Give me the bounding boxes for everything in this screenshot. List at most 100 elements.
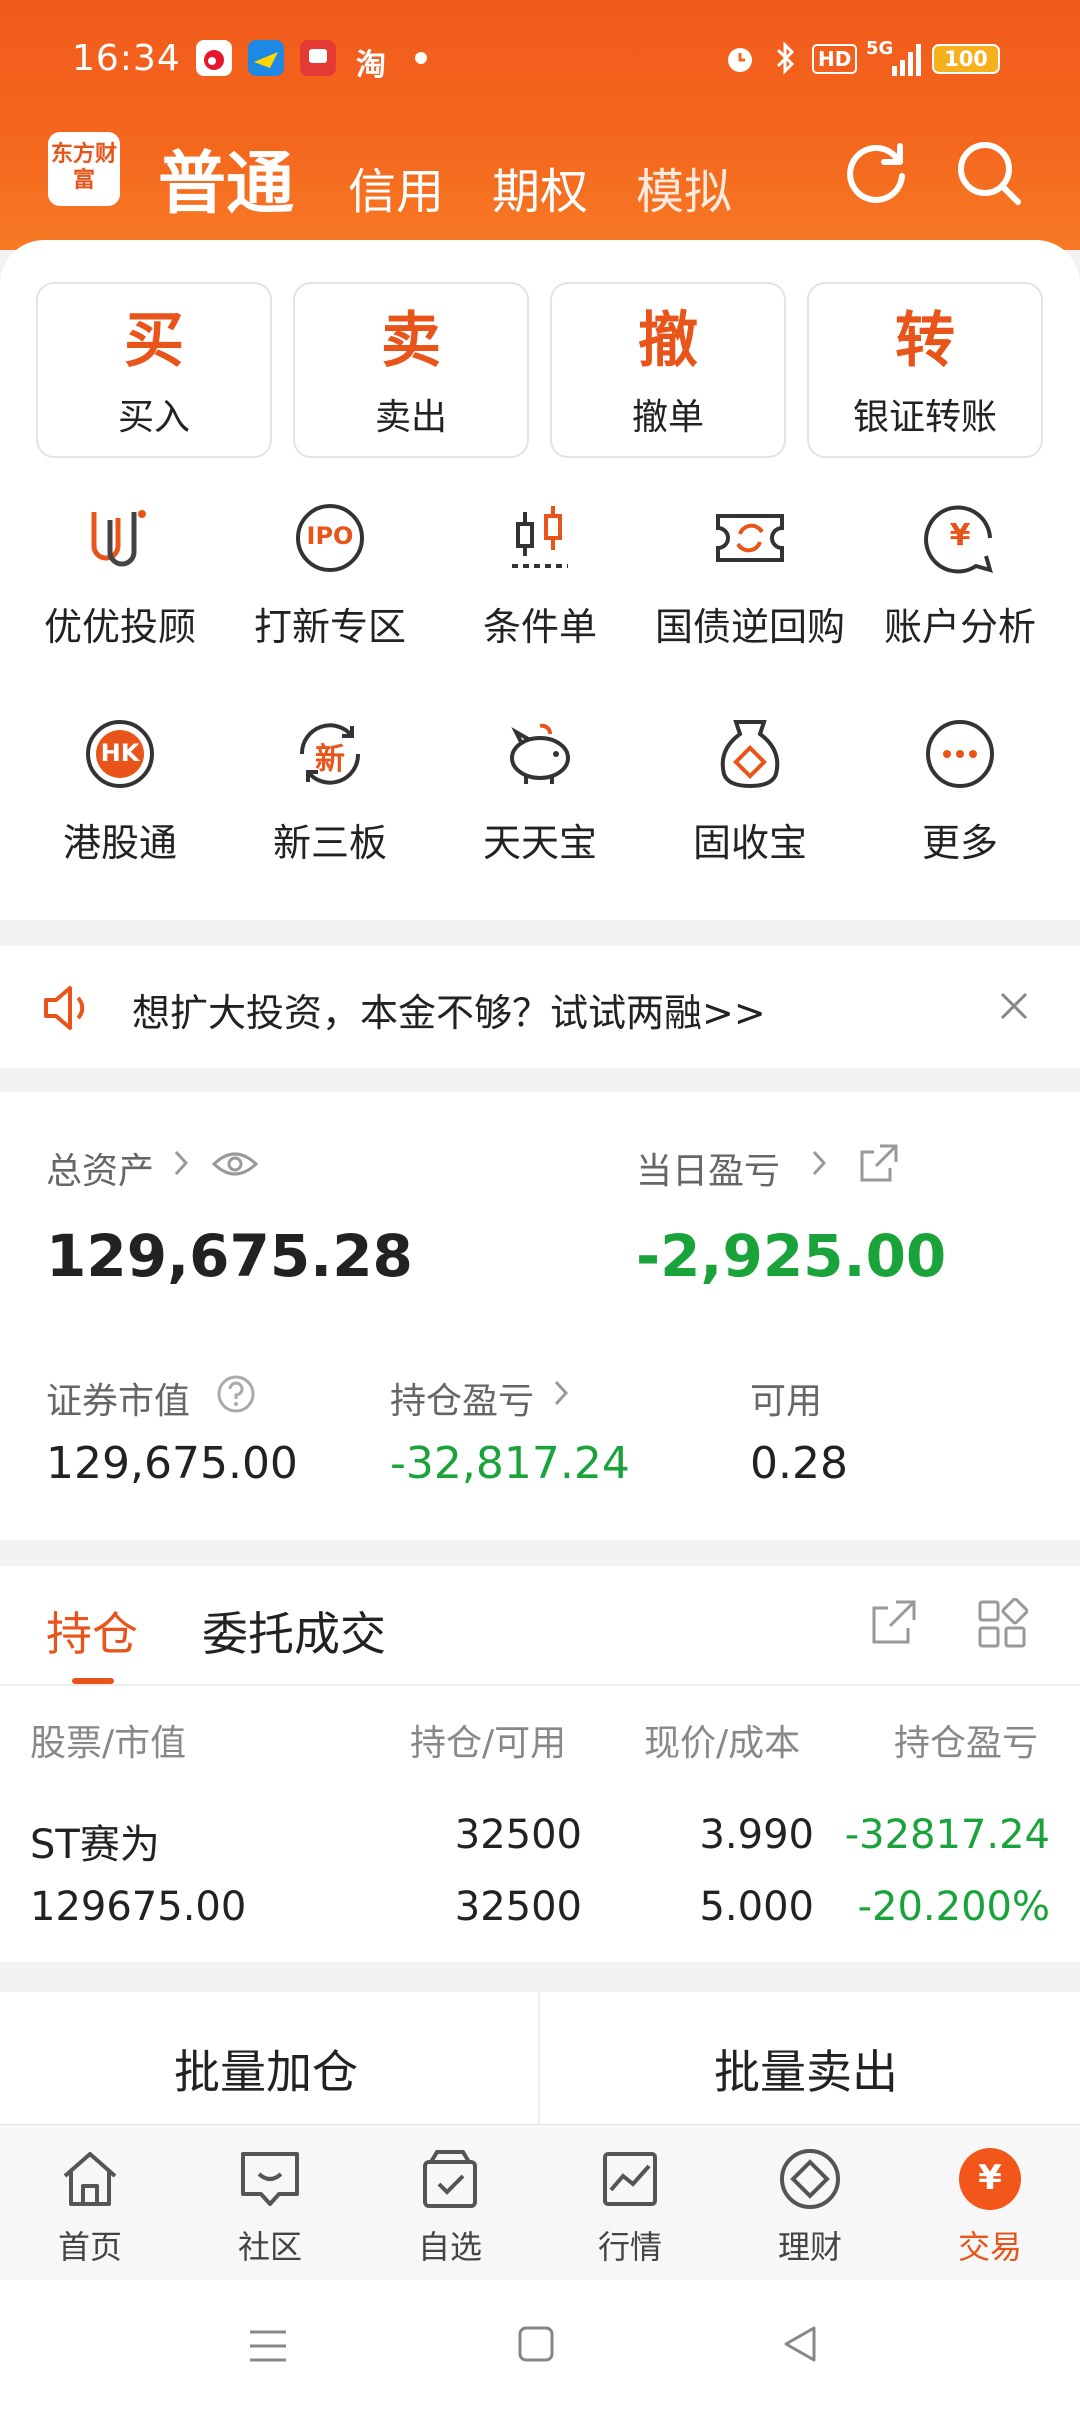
feature-label: 更多 — [921, 821, 998, 865]
available-value: 0.28 — [750, 1438, 848, 1489]
feature-gushoubao[interactable]: 固收宝 — [642, 714, 858, 867]
chevron-right-icon — [810, 1148, 830, 1182]
community-icon — [237, 2146, 303, 2212]
transfer-glyph: 转 — [895, 306, 955, 376]
sell-label: 卖出 — [374, 397, 447, 438]
available-qty: 32500 — [454, 1884, 582, 1930]
back-icon[interactable] — [780, 2324, 820, 2368]
batch-sell-button[interactable]: 批量卖出 — [714, 2036, 898, 2102]
feature-tiantianbao[interactable]: 天天宝 — [432, 714, 648, 867]
share-icon[interactable] — [858, 1142, 900, 1188]
tab-normal[interactable]: 普通 — [158, 128, 294, 227]
feature-account-analysis[interactable]: ¥ 账户分析 — [852, 498, 1068, 651]
cancel-label: 撤单 — [631, 397, 704, 438]
nav-market[interactable]: 行情 — [560, 2146, 700, 2268]
total-assets-label[interactable]: 总资产 — [46, 1142, 154, 1194]
divider — [538, 1992, 540, 2124]
banner-text: 想扩大投资，本金不够？试试两融>> — [132, 991, 766, 1035]
weibo-app-icon — [196, 40, 232, 76]
table-row[interactable]: ST赛为 129675.00 32500 32500 3.990 5.000 -… — [0, 1780, 1080, 1940]
tab-positions[interactable]: 持仓 — [46, 1598, 138, 1664]
position-qty: 32500 — [454, 1812, 582, 1858]
stock-market-value: 129675.00 — [30, 1884, 247, 1930]
ipo-icon-text: IPO — [306, 522, 354, 550]
nav-label: 自选 — [417, 2228, 482, 2266]
trade-icon-text: ¥ — [978, 2158, 1002, 2198]
daily-pnl-label[interactable]: 当日盈亏 — [636, 1142, 780, 1194]
daily-pnl-value: -2,925.00 — [636, 1222, 947, 1290]
home-icon — [57, 2146, 123, 2212]
feature-hk-connect[interactable]: HK 港股通 — [12, 714, 228, 867]
tab-orders-trades[interactable]: 委托成交 — [202, 1598, 386, 1664]
battery-level: 100 — [944, 47, 988, 71]
battery-icon: 100 — [932, 44, 1000, 74]
feature-label: 打新专区 — [253, 605, 406, 649]
taobao-app-icon: 淘 — [356, 48, 386, 83]
feature-new-third-board[interactable]: 新 新三板 — [222, 714, 438, 867]
nav-label: 理财 — [777, 2228, 842, 2266]
transfer-label: 银证转账 — [852, 397, 997, 438]
pinduoduo-app-icon — [300, 40, 336, 76]
column-header-pnl: 持仓盈亏 — [894, 1723, 1039, 1764]
position-pnl-label[interactable]: 持仓盈亏 — [390, 1372, 534, 1424]
divider — [0, 1684, 1080, 1686]
feizhu-app-icon — [248, 40, 284, 76]
bluetooth-icon — [770, 38, 800, 82]
batch-add-button[interactable]: 批量加仓 — [174, 2036, 358, 2102]
more-notifications-dot — [415, 52, 427, 64]
piggy-bank-icon — [500, 714, 580, 794]
bottom-nav — [0, 2124, 1080, 2281]
new-icon-text: 新 — [315, 742, 345, 777]
eye-icon[interactable] — [210, 1144, 260, 1188]
alarm-icon — [722, 40, 758, 80]
status-time: 16:34 — [72, 38, 181, 79]
home-square-icon[interactable] — [516, 2324, 556, 2368]
repo-icon — [710, 498, 790, 578]
nav-community[interactable]: 社区 — [200, 2146, 340, 2268]
feature-conditional-order[interactable]: 条件单 — [432, 498, 648, 651]
trade-icon: ¥ — [957, 2146, 1023, 2212]
nav-trade[interactable]: ¥ 交易 — [920, 2146, 1060, 2268]
feature-label: 天天宝 — [482, 821, 597, 865]
feature-ipo[interactable]: IPO 打新专区 — [222, 498, 438, 651]
column-header-price: 现价/成本 — [644, 1723, 801, 1764]
tab-simulation[interactable]: 模拟 — [636, 152, 732, 222]
nav-home[interactable]: 首页 — [20, 2146, 160, 2268]
refresh-icon[interactable] — [842, 138, 912, 208]
feature-uu-advisor[interactable]: 优优投顾 — [12, 498, 228, 651]
grid-view-icon[interactable] — [976, 1597, 1029, 1654]
speaker-icon — [40, 982, 92, 1038]
nav-wealth[interactable]: 理财 — [740, 2146, 880, 2268]
nav-label: 交易 — [957, 2228, 1022, 2266]
status-bar: 16:34 淘 HD 5G 100 — [0, 0, 1080, 122]
position-pnl-value: -32,817.24 — [390, 1438, 630, 1489]
tab-options[interactable]: 期权 — [492, 152, 588, 222]
buy-button[interactable]: 买 买入 — [36, 282, 272, 458]
menu-icon[interactable] — [246, 2326, 290, 2370]
close-icon[interactable] — [996, 988, 1032, 1028]
chevron-right-icon — [172, 1148, 192, 1182]
cancel-glyph: 撤 — [638, 306, 698, 376]
total-assets-value: 129,675.28 — [46, 1222, 413, 1290]
feature-label: 条件单 — [482, 605, 597, 649]
cost-price: 5.000 — [699, 1884, 814, 1930]
feature-more[interactable]: 更多 — [852, 714, 1068, 867]
market-value-label: 证券市值 — [46, 1381, 191, 1422]
uu-advisor-icon — [80, 498, 160, 578]
nav-watchlist[interactable]: 自选 — [380, 2146, 520, 2268]
margin-trading-banner[interactable]: 想扩大投资，本金不够？试试两融>> — [0, 946, 1080, 1068]
help-icon[interactable] — [216, 1374, 256, 1418]
bank-transfer-button[interactable]: 转 银证转账 — [807, 282, 1043, 458]
column-header-position: 持仓/可用 — [410, 1723, 567, 1764]
share-icon[interactable] — [868, 1596, 920, 1652]
feature-label: 国债逆回购 — [654, 605, 845, 649]
nav-label: 行情 — [597, 2228, 662, 2266]
tab-credit[interactable]: 信用 — [348, 152, 444, 222]
feature-reverse-repo[interactable]: 国债逆回购 — [642, 498, 858, 651]
nav-label: 社区 — [237, 2228, 302, 2266]
sell-glyph: 卖 — [381, 306, 441, 376]
sell-button[interactable]: 卖 卖出 — [293, 282, 529, 458]
chevron-right-icon — [552, 1378, 572, 1412]
cancel-order-button[interactable]: 撤 撤单 — [550, 282, 786, 458]
search-icon[interactable] — [954, 138, 1024, 208]
